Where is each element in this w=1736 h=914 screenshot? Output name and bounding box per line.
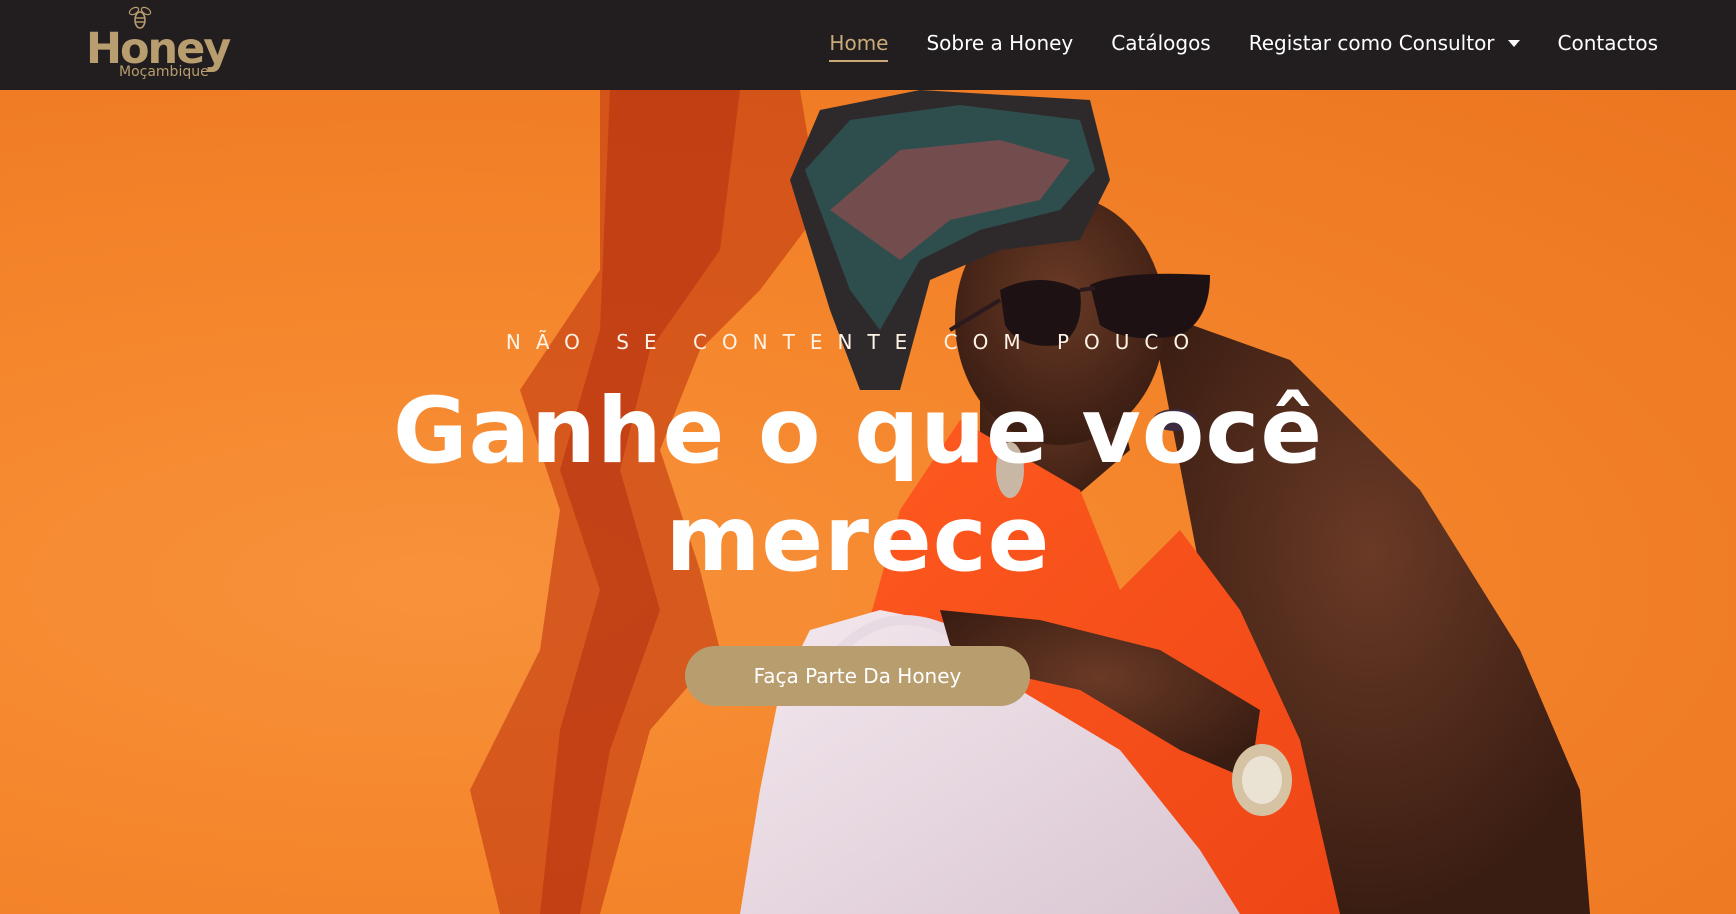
nav-sobre[interactable]: Sobre a Honey bbox=[926, 26, 1073, 60]
nav-registar-label: Registar como Consultor bbox=[1248, 31, 1495, 55]
hero-section: NÃO SE CONTENTE COM POUCO Ganhe o que vo… bbox=[0, 90, 1736, 914]
hero-headline: Ganhe o que você merece bbox=[0, 378, 1716, 594]
hero-eyebrow: NÃO SE CONTENTE COM POUCO bbox=[505, 330, 1205, 354]
hero-headline-line2: merece bbox=[665, 487, 1051, 592]
nav-home-label: Home bbox=[829, 31, 889, 55]
nav-home[interactable]: Home bbox=[829, 26, 889, 62]
nav-contactos[interactable]: Contactos bbox=[1558, 26, 1658, 60]
hero-content: NÃO SE CONTENTE COM POUCO Ganhe o que vo… bbox=[0, 90, 1736, 914]
caret-down-icon[interactable] bbox=[1507, 39, 1520, 47]
site-header: Honey Moçambique Home Sobre a Honey Catá… bbox=[0, 0, 1736, 90]
hero-headline-line1: Ganhe o que você bbox=[392, 379, 1324, 484]
main-nav: Home Sobre a Honey Catálogos Registar co… bbox=[791, 26, 1658, 62]
nav-contactos-label: Contactos bbox=[1557, 31, 1658, 55]
logo-subtitle: Moçambique bbox=[119, 64, 209, 80]
nav-catalogos[interactable]: Catálogos bbox=[1111, 26, 1210, 60]
nav-catalogos-label: Catálogos bbox=[1111, 31, 1211, 55]
nav-sobre-label: Sobre a Honey bbox=[926, 31, 1074, 55]
honey-logo[interactable]: Honey Moçambique bbox=[86, 2, 246, 82]
join-honey-button[interactable]: Faça Parte Da Honey bbox=[685, 646, 1030, 706]
nav-registar[interactable]: Registar como Consultor bbox=[1249, 26, 1520, 60]
